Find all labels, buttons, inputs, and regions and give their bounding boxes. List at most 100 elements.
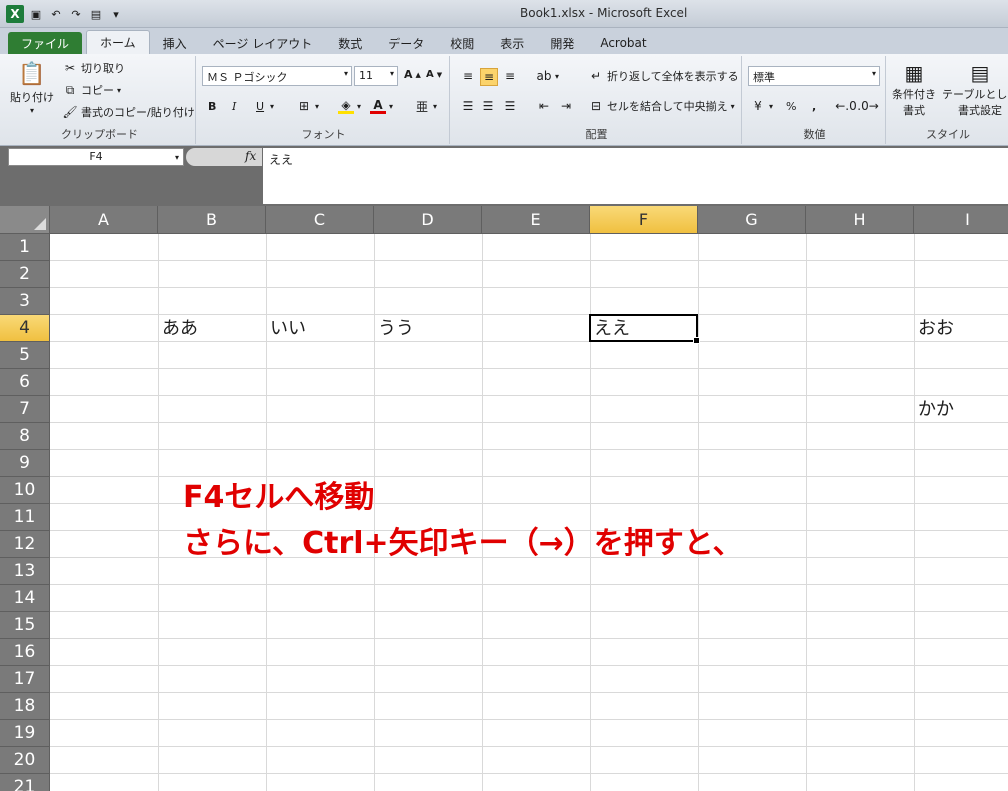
- cell-b4[interactable]: ああ: [158, 315, 198, 342]
- column-header-d[interactable]: D: [374, 206, 482, 234]
- italic-button[interactable]: I: [232, 100, 236, 113]
- align-middle-button[interactable]: ≡: [480, 68, 498, 86]
- row-header-5[interactable]: 5: [0, 342, 50, 369]
- format-as-table-button[interactable]: ▤ テーブルとして 書式設定: [942, 60, 1008, 118]
- column-header-a[interactable]: A: [50, 206, 158, 234]
- row-header-3[interactable]: 3: [0, 288, 50, 315]
- conditional-format-icon: ▦: [904, 61, 924, 85]
- row-header-8[interactable]: 8: [0, 423, 50, 450]
- row-header-4[interactable]: 4: [0, 315, 50, 342]
- row-header-12[interactable]: 12: [0, 531, 50, 558]
- column-header-e[interactable]: E: [482, 206, 590, 234]
- worksheet-grid[interactable]: A B C D E F G H I 1 2 3 4 5 6 7 8 9 10 11 12 13 14 15 16 17 18 19 20…: [0, 206, 1008, 791]
- formula-input[interactable]: ええ: [263, 148, 1008, 204]
- tab-file[interactable]: ファイル: [8, 32, 83, 54]
- group-label-clipboard: クリップボード: [61, 128, 138, 141]
- percent-button[interactable]: %: [786, 100, 796, 113]
- paste-button[interactable]: 📋 貼り付け ▾: [10, 60, 54, 116]
- number-group: 標準 ▾ ¥ ▾ % , ←.0 .0→ 数値: [744, 56, 886, 144]
- row-header-19[interactable]: 19: [0, 720, 50, 747]
- currency-icon: ¥: [754, 99, 762, 113]
- column-header-g[interactable]: G: [698, 206, 806, 234]
- font-group: ＭＳ Ｐゴシック ▾ 11 ▾ A ▲ A ▼ B I U ▾ ⊞ ▾ ◈ ▾ A ▾ 亜 ▾ …: [198, 56, 450, 144]
- tab-data[interactable]: データ: [375, 32, 437, 54]
- increase-indent-button[interactable]: ⇥: [558, 98, 574, 114]
- comma-button[interactable]: ,: [812, 100, 816, 113]
- tab-formulas[interactable]: 数式: [325, 32, 375, 54]
- font-size-combo[interactable]: 11 ▾: [354, 66, 398, 86]
- conditional-format-button[interactable]: ▦ 条件付き 書式: [892, 60, 936, 118]
- row-header-7[interactable]: 7: [0, 396, 50, 423]
- column-header-h[interactable]: H: [806, 206, 914, 234]
- gridline: [50, 422, 1008, 423]
- select-all-button[interactable]: [0, 206, 50, 234]
- align-bottom-button[interactable]: ≡: [502, 68, 518, 84]
- row-header-11[interactable]: 11: [0, 504, 50, 531]
- row-header-6[interactable]: 6: [0, 369, 50, 396]
- font-color-button[interactable]: A ▾: [370, 98, 393, 114]
- column-header-i[interactable]: I: [914, 206, 1008, 234]
- row-header-15[interactable]: 15: [0, 612, 50, 639]
- fill-color-button[interactable]: ◈ ▾: [338, 98, 361, 114]
- cell-i4[interactable]: おお: [914, 315, 954, 342]
- active-cell-cursor[interactable]: [589, 314, 700, 344]
- cell-i7[interactable]: かか: [914, 396, 954, 423]
- cut-button[interactable]: ✂ 切り取り: [62, 60, 125, 76]
- merge-center-button[interactable]: ⊟ セルを結合して中央揃え ▾: [588, 98, 735, 114]
- shrink-font-button[interactable]: A ▼: [426, 69, 442, 80]
- cell-d4[interactable]: うう: [374, 315, 414, 342]
- wrap-text-button[interactable]: ↵ 折り返して全体を表示する: [588, 68, 739, 84]
- phonetic-icon: 亜: [415, 99, 428, 114]
- font-name-combo[interactable]: ＭＳ Ｐゴシック ▾: [202, 66, 352, 86]
- name-box[interactable]: F4 ▾: [8, 148, 184, 166]
- row-header-2[interactable]: 2: [0, 261, 50, 288]
- column-header-b[interactable]: B: [158, 206, 266, 234]
- borders-button[interactable]: ⊞ ▾: [296, 98, 319, 114]
- row-header-20[interactable]: 20: [0, 747, 50, 774]
- gridline: [50, 665, 1008, 666]
- tab-developer[interactable]: 開発: [537, 32, 587, 54]
- tab-view[interactable]: 表示: [487, 32, 537, 54]
- decrease-indent-button[interactable]: ⇤: [536, 98, 552, 114]
- phonetic-button[interactable]: 亜 ▾: [414, 98, 437, 114]
- row-header-10[interactable]: 10: [0, 477, 50, 504]
- align-top-button[interactable]: ≡: [460, 68, 476, 84]
- tab-insert[interactable]: 挿入: [150, 32, 200, 54]
- row-header-14[interactable]: 14: [0, 585, 50, 612]
- formula-bar: F4 ▾ fx ええ: [0, 146, 1008, 206]
- column-header-f[interactable]: F: [590, 206, 698, 234]
- row-header-21[interactable]: 21: [0, 774, 50, 791]
- gridline: [50, 692, 1008, 693]
- orientation-button[interactable]: ab ▾: [536, 68, 560, 84]
- row-header-9[interactable]: 9: [0, 450, 50, 477]
- gridline: [50, 773, 1008, 774]
- column-header-c[interactable]: C: [266, 206, 374, 234]
- underline-button[interactable]: U: [256, 100, 264, 113]
- decrease-decimal-button[interactable]: .0→: [857, 98, 879, 114]
- tab-review[interactable]: 校閲: [437, 32, 487, 54]
- align-center-button[interactable]: ☰: [480, 98, 496, 114]
- row-header-17[interactable]: 17: [0, 666, 50, 693]
- format-painter-button[interactable]: 🖌 書式のコピー/貼り付け: [62, 104, 194, 120]
- tab-home[interactable]: ホーム: [86, 30, 150, 54]
- align-left-button[interactable]: ☰: [460, 98, 476, 114]
- copy-button[interactable]: ⧉ コピー ▾: [62, 82, 121, 98]
- tab-acrobat[interactable]: Acrobat: [587, 32, 659, 54]
- row-header-16[interactable]: 16: [0, 639, 50, 666]
- row-header-13[interactable]: 13: [0, 558, 50, 585]
- tab-page-layout[interactable]: ページ レイアウト: [200, 32, 326, 54]
- bold-button[interactable]: B: [208, 100, 216, 113]
- row-header-18[interactable]: 18: [0, 693, 50, 720]
- ribbon: 📋 貼り付け ▾ ✂ 切り取り ⧉ コピー ▾ 🖌 書式のコピー/貼り付け クリ…: [0, 54, 1008, 146]
- align-right-button[interactable]: ☰: [502, 98, 518, 114]
- gridline: [50, 368, 1008, 369]
- number-format-combo[interactable]: 標準 ▾: [748, 66, 880, 86]
- chevron-down-icon: ▾: [174, 153, 179, 162]
- increase-decimal-button[interactable]: ←.0: [835, 98, 857, 114]
- gridline: [50, 746, 1008, 747]
- insert-function-button[interactable]: fx: [245, 149, 256, 163]
- row-header-1[interactable]: 1: [0, 234, 50, 261]
- grow-font-button[interactable]: A ▲: [404, 68, 421, 81]
- cell-c4[interactable]: いい: [266, 315, 306, 342]
- currency-button[interactable]: ¥ ▾: [750, 98, 773, 114]
